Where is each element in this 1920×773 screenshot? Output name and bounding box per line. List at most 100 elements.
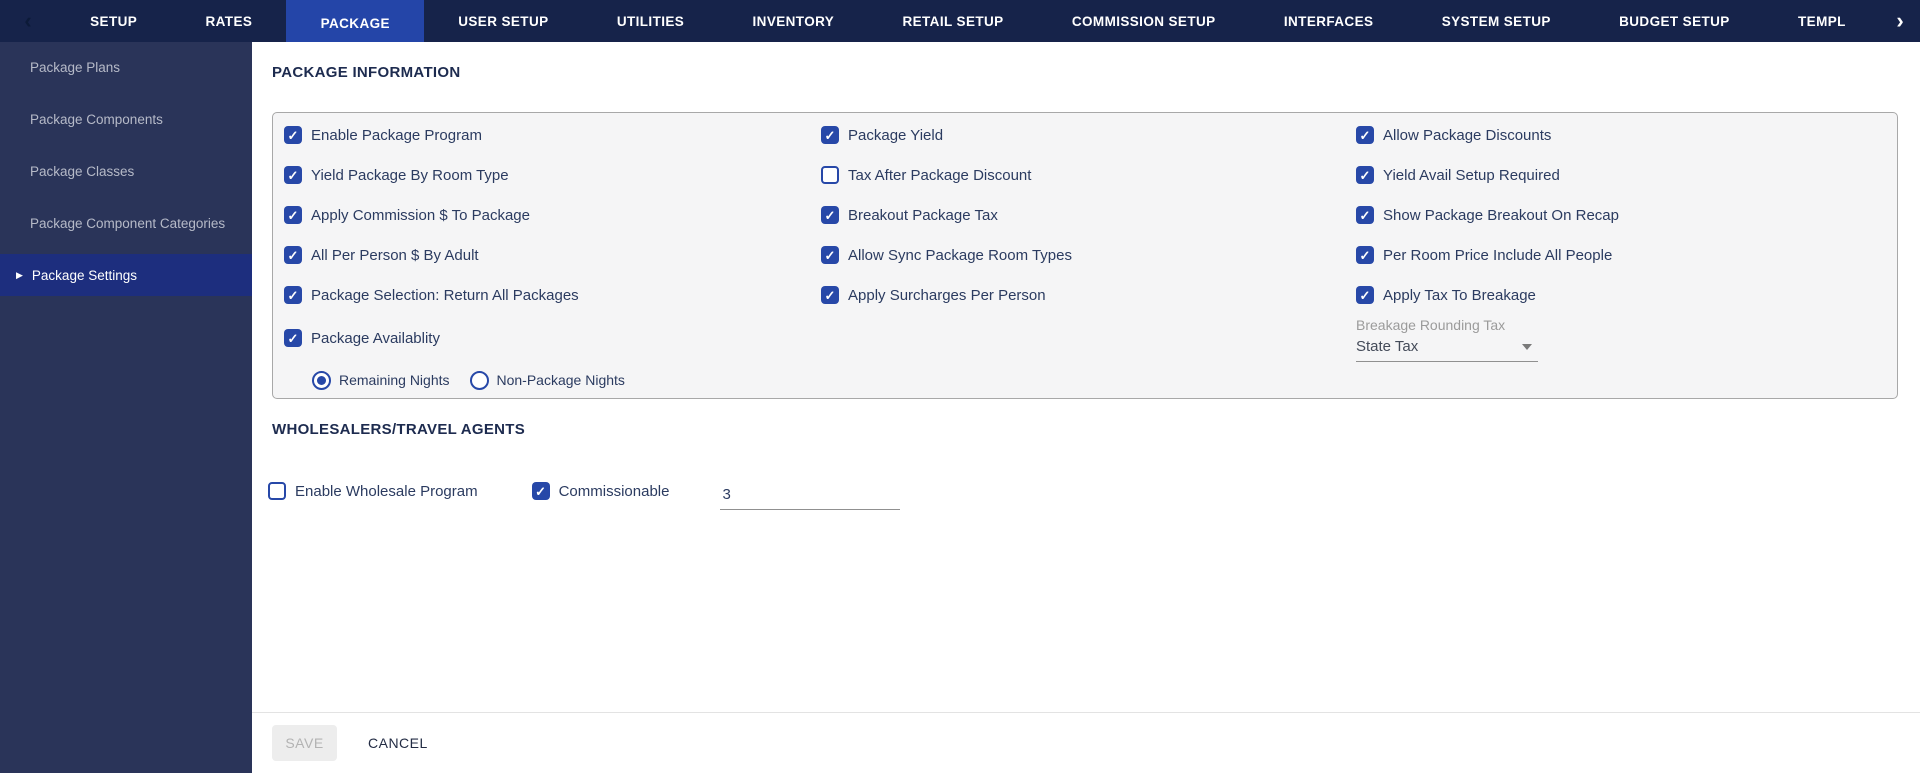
main-content: PACKAGE INFORMATION ✓ Enable Package Pro… — [252, 42, 1920, 773]
checkbox-show-package-breakout-on-recap[interactable]: ✓ Show Package Breakout On Recap — [1356, 195, 1897, 235]
checkbox-box: ✓ — [284, 126, 302, 144]
section-title-package-information: PACKAGE INFORMATION — [272, 64, 461, 81]
checkbox-yield-package-by-room-type[interactable]: ✓ Yield Package By Room Type — [284, 155, 821, 195]
checkbox-label: Yield Avail Setup Required — [1383, 166, 1560, 184]
checkbox-label: Apply Tax To Breakage — [1383, 286, 1536, 304]
checkbox-yield-avail-setup-required[interactable]: ✓ Yield Avail Setup Required — [1356, 155, 1897, 195]
checkmark-icon: ✓ — [287, 247, 299, 263]
sidebar-item-package-plans[interactable]: ▶ Package Plans — [0, 46, 252, 88]
sidebar-item-label: Package Settings — [31, 267, 137, 283]
checkmark-icon: ✓ — [824, 247, 836, 263]
tab-rates[interactable]: RATES — [171, 0, 286, 42]
checkbox-label: Package Yield — [848, 126, 944, 144]
tab-budget-setup[interactable]: BUDGET SETUP — [1585, 0, 1764, 42]
checkbox-label: Per Room Price Include All People — [1383, 246, 1613, 264]
checkmark-icon: ✓ — [1359, 247, 1371, 263]
chevron-down-icon — [1522, 343, 1532, 350]
breakage-rounding-tax-label: Breakage Rounding Tax — [1356, 317, 1506, 333]
action-footer: SAVE CANCEL — [252, 712, 1920, 773]
checkbox-enable-package-program[interactable]: ✓ Enable Package Program — [284, 115, 821, 155]
checkmark-icon: ✓ — [1359, 167, 1371, 183]
checkmark-icon: ✓ — [287, 287, 299, 303]
radio-button — [469, 370, 489, 390]
selected-value: State Tax — [1356, 338, 1419, 355]
checkbox-label: All Per Person $ By Adult — [311, 246, 479, 264]
cancel-button[interactable]: CANCEL — [362, 734, 434, 752]
sidebar-item-package-component-categories[interactable]: ▶ Package Component Categories — [0, 202, 252, 244]
sidebar-item-label: Package Plans — [30, 59, 121, 75]
checkbox-box: ✓ — [821, 206, 839, 224]
checkbox-box: ✓ — [284, 166, 302, 184]
wholesalers-row: ✓ Enable Wholesale Program ✓ Commissiona… — [268, 480, 1920, 510]
checkbox-box: ✓ — [1356, 286, 1374, 304]
checkmark-icon: ✓ — [287, 127, 299, 143]
checkbox-box: ✓ — [284, 329, 302, 347]
checkmark-icon: ✓ — [824, 127, 836, 143]
checkbox-label: Apply Surcharges Per Person — [848, 286, 1046, 304]
active-marker-icon: ▶ — [16, 269, 23, 280]
checkbox-box: ✓ — [284, 286, 302, 304]
checkbox-box: ✓ — [821, 246, 839, 264]
sidebar: ▶ Package Plans ▶ Package Components ▶ P… — [0, 42, 252, 773]
tab-user-setup[interactable]: USER SETUP — [424, 0, 583, 42]
checkbox-box: ✓ — [1356, 206, 1374, 224]
tab-template-setup[interactable]: TEMPL — [1764, 0, 1880, 42]
checkmark-icon: ✓ — [287, 167, 299, 183]
tab-interfaces[interactable]: INTERFACES — [1250, 0, 1408, 42]
tab-retail-setup[interactable]: RETAIL SETUP — [868, 0, 1037, 42]
checkbox-label: Breakout Package Tax — [848, 206, 998, 224]
radio-remaining-nights[interactable]: Remaining Nights — [312, 370, 450, 390]
sidebar-item-label: Package Component Categories — [30, 215, 226, 231]
checkbox-label: Yield Package By Room Type — [311, 166, 509, 184]
checkbox-tax-after-package-discount[interactable]: ✓ Tax After Package Discount — [821, 155, 1356, 195]
checkbox-label: Allow Sync Package Room Types — [848, 246, 1072, 264]
checkmark-icon: ✓ — [1359, 287, 1371, 303]
checkbox-breakout-package-tax[interactable]: ✓ Breakout Package Tax — [821, 195, 1356, 235]
checkbox-box: ✓ — [531, 482, 550, 500]
commission-value-input[interactable] — [720, 482, 901, 510]
checkbox-label: Tax After Package Discount — [848, 166, 1032, 184]
checkbox-package-yield[interactable]: ✓ Package Yield — [821, 115, 1356, 155]
checkbox-commissionable[interactable]: ✓ Commissionable — [531, 482, 669, 500]
availability-radio-group: Remaining Nights Non-Package Nights — [284, 361, 821, 399]
nav-scroll-left-icon[interactable]: ‹ — [0, 0, 56, 42]
checkbox-package-selection-return-all-packages[interactable]: ✓ Package Selection: Return All Packages — [284, 275, 821, 315]
checkbox-apply-commission-to-package[interactable]: ✓ Apply Commission $ To Package — [284, 195, 821, 235]
radio-dot — [317, 375, 326, 385]
tab-commission-setup[interactable]: COMMISSION SETUP — [1038, 0, 1250, 42]
checkbox-box: ✓ — [1356, 246, 1374, 264]
checkbox-box: ✓ — [821, 126, 839, 144]
checkbox-apply-tax-to-breakage[interactable]: ✓ Apply Tax To Breakage — [1356, 275, 1897, 315]
checkbox-allow-package-discounts[interactable]: ✓ Allow Package Discounts — [1356, 115, 1897, 155]
sidebar-item-label: Package Classes — [30, 163, 135, 179]
checkbox-per-room-price-include-all-people[interactable]: ✓ Per Room Price Include All People — [1356, 235, 1897, 275]
sidebar-item-package-components[interactable]: ▶ Package Components — [0, 98, 252, 140]
tab-package[interactable]: PACKAGE — [286, 0, 425, 42]
checkbox-apply-surcharges-per-person[interactable]: ✓ Apply Surcharges Per Person — [821, 275, 1356, 315]
checkbox-box: ✓ — [821, 286, 839, 304]
checkbox-all-per-person-by-adult[interactable]: ✓ All Per Person $ By Adult — [284, 235, 821, 275]
tab-inventory[interactable]: INVENTORY — [718, 0, 868, 42]
sidebar-item-package-settings[interactable]: ▶ Package Settings — [0, 254, 252, 296]
checkbox-label: Enable Wholesale Program — [295, 482, 478, 500]
checkmark-icon: ✓ — [287, 207, 299, 223]
tab-utilities[interactable]: UTILITIES — [583, 0, 719, 42]
radio-label: Non-Package Nights — [496, 372, 625, 388]
checkbox-enable-wholesale-program[interactable]: ✓ Enable Wholesale Program — [268, 482, 478, 500]
checkbox-allow-sync-package-room-types[interactable]: ✓ Allow Sync Package Room Types — [821, 235, 1356, 275]
breakage-rounding-tax-select[interactable]: State Tax — [1356, 338, 1538, 362]
checkbox-package-availablity[interactable]: ✓ Package Availablity — [284, 315, 821, 361]
checkmark-icon: ✓ — [1359, 127, 1371, 143]
save-button[interactable]: SAVE — [272, 725, 337, 761]
checkbox-box: ✓ — [284, 206, 302, 224]
tab-setup[interactable]: SETUP — [56, 0, 171, 42]
radio-button — [312, 370, 331, 390]
checkbox-label: Package Selection: Return All Packages — [311, 286, 579, 304]
tab-system-setup[interactable]: SYSTEM SETUP — [1408, 0, 1585, 42]
nav-scroll-right-icon[interactable]: › — [1880, 0, 1920, 42]
package-information-panel: ✓ Enable Package Program ✓ Package Yield… — [272, 112, 1898, 399]
checkbox-label: Package Availablity — [311, 329, 440, 347]
sidebar-item-package-classes[interactable]: ▶ Package Classes — [0, 150, 252, 192]
breakage-rounding-tax-field: Breakage Rounding Tax State Tax — [1356, 317, 1538, 362]
radio-non-package-nights[interactable]: Non-Package Nights — [469, 370, 625, 390]
